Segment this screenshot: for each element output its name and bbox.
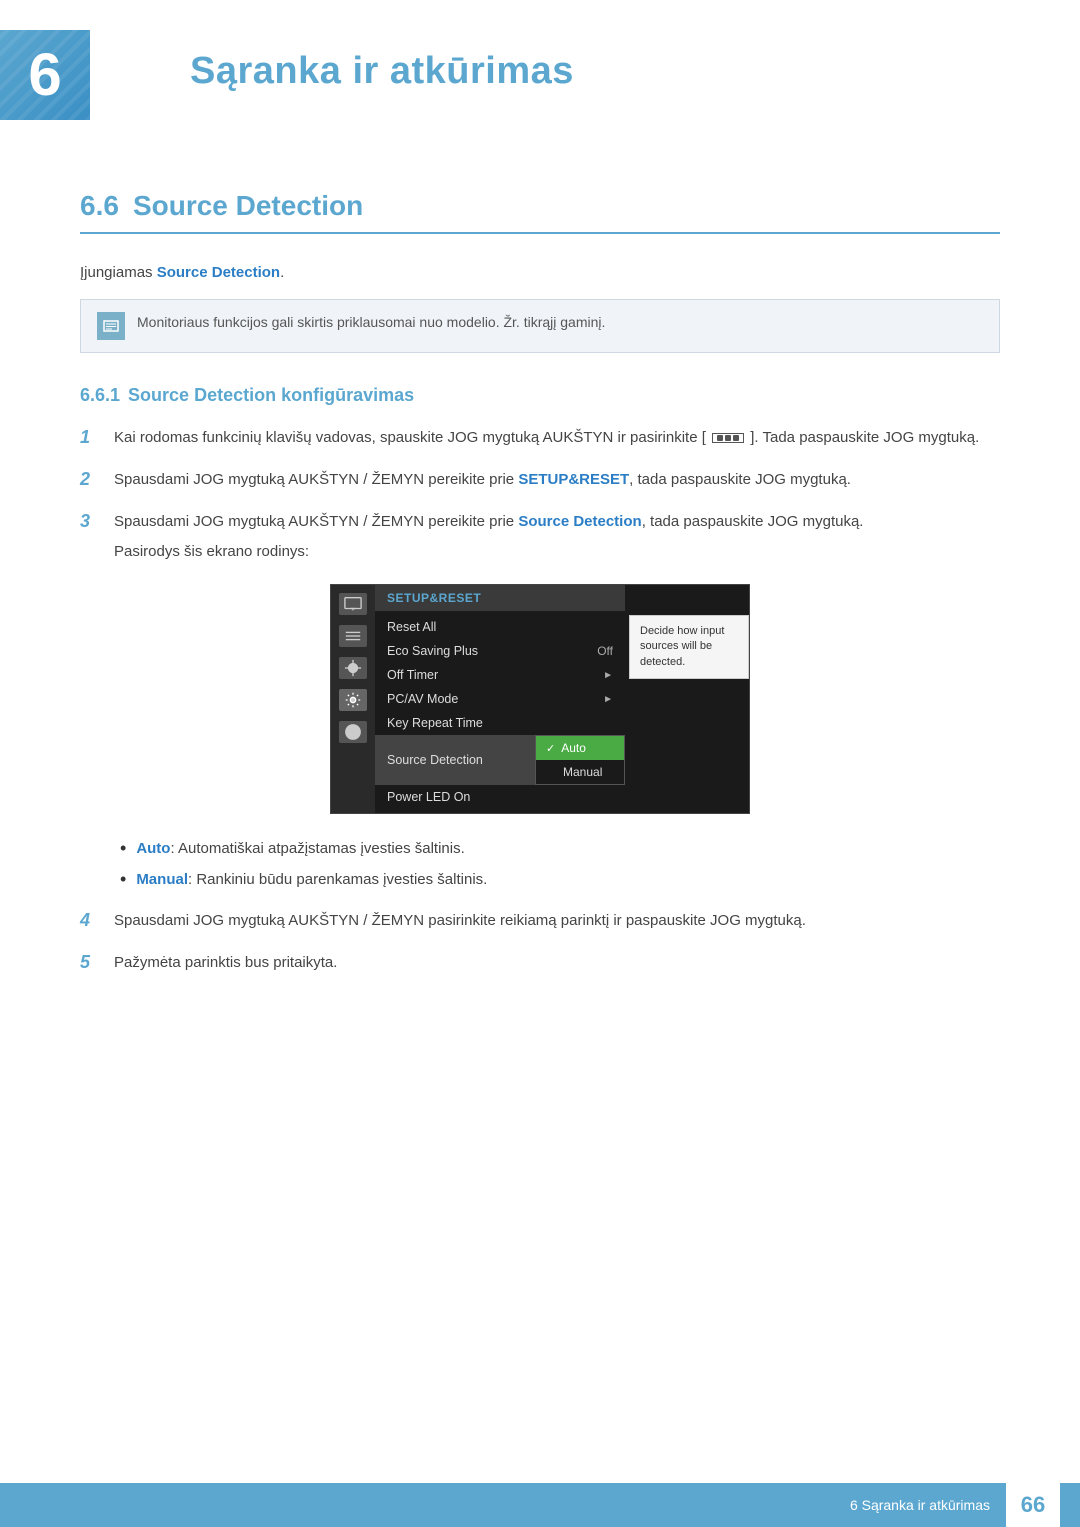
footer-page-number: 66 xyxy=(1006,1483,1060,1527)
bullet-item-auto: • Auto: Automatiškai atpažįstamas įvesti… xyxy=(120,838,1000,861)
menu-mockup-wrapper: SETUP&RESET Reset All Eco Saving Plus Of… xyxy=(80,584,1000,814)
step-1-text: Kai rodomas funkcinių klavišų vadovas, s… xyxy=(114,426,1000,450)
menu-item-off-timer: Off Timer ► xyxy=(375,663,625,687)
step-3: 3 Spausdami JOG mygtuką AUKŠTYN / ŽEMYN … xyxy=(80,510,1000,564)
section-number: 6.6 xyxy=(80,190,119,221)
intro-prefix: Įjungiamas xyxy=(80,264,157,281)
menu-item-key-repeat: Key Repeat Time xyxy=(375,711,625,735)
menu-item-reset-all: Reset All xyxy=(375,615,625,639)
menu-item-power-led: Power LED On xyxy=(375,785,625,809)
note-box: Monitoriaus funkcijos gali skirtis prikl… xyxy=(80,299,1000,353)
sidebar-icon-display xyxy=(339,593,367,615)
chapter-header: 6 Sąranka ir atkūrimas xyxy=(0,0,1080,140)
intro-highlighted: Source Detection xyxy=(157,264,280,281)
step-4-text: Spausdami JOG mygtuką AUKŠTYN / ŽEMYN pa… xyxy=(114,909,1000,933)
step-1-number: 1 xyxy=(80,427,104,448)
bullet-manual-text: Manual: Rankiniu būdu parenkamas įvestie… xyxy=(136,869,487,892)
subsection-heading: 6.6.1 Source Detection konfigūravimas xyxy=(80,385,1000,406)
menu-item-eco-saving: Eco Saving Plus Off xyxy=(375,639,625,663)
intro-paragraph: Įjungiamas Source Detection. xyxy=(80,264,1000,281)
menu-tooltip: Decide how input sources will be detecte… xyxy=(629,615,749,679)
menu-header-label: SETUP&RESET xyxy=(375,585,625,611)
menu-item-source-detection-row: Source Detection ✓ Auto Manual xyxy=(375,735,625,785)
menu-item-pcav-mode: PC/AV Mode ► xyxy=(375,687,625,711)
submenu-option-manual: Manual xyxy=(536,760,624,784)
subsection-number: 6.6.1 xyxy=(80,385,120,405)
step-5-text: Pažymėta parinktis bus pritaikyta. xyxy=(114,951,1000,975)
menu-item-source-detection: Source Detection xyxy=(375,735,535,785)
steps-list: 1 Kai rodomas funkcinių klavišų vadovas,… xyxy=(80,426,1000,564)
chapter-title: Sąranka ir atkūrimas xyxy=(190,30,1000,93)
sidebar-icon-adjust xyxy=(339,657,367,679)
note-icon xyxy=(97,312,125,340)
step-2: 2 Spausdami JOG mygtuką AUKŠTYN / ŽEMYN … xyxy=(80,468,1000,492)
sidebar-icon-brightness xyxy=(339,625,367,647)
step-1: 1 Kai rodomas funkcinių klavišų vadovas,… xyxy=(80,426,1000,450)
sidebar-icon-info xyxy=(339,721,367,743)
menu-sidebar xyxy=(331,585,375,813)
step-2-text: Spausdami JOG mygtuką AUKŠTYN / ŽEMYN pe… xyxy=(114,468,1000,492)
main-content: 6.6 Source Detection Įjungiamas Source De… xyxy=(0,190,1080,1073)
step-4: 4 Spausdami JOG mygtuką AUKŠTYN / ŽEMYN … xyxy=(80,909,1000,933)
bullet-list: • Auto: Automatiškai atpažįstamas įvesti… xyxy=(120,838,1000,891)
footer-chapter-text: 6 Sąranka ir atkūrimas xyxy=(850,1497,990,1513)
step-5-number: 5 xyxy=(80,952,104,973)
menu-mockup: SETUP&RESET Reset All Eco Saving Plus Of… xyxy=(330,584,750,814)
submenu-popup: ✓ Auto Manual xyxy=(535,735,625,785)
step-3-text: Spausdami JOG mygtuką AUKŠTYN / ŽEMYN pe… xyxy=(114,510,1000,564)
bullet-item-manual: • Manual: Rankiniu būdu parenkamas įvest… xyxy=(120,869,1000,892)
submenu-option-auto: ✓ Auto xyxy=(536,736,624,760)
step-4-number: 4 xyxy=(80,910,104,931)
step-2-number: 2 xyxy=(80,469,104,490)
intro-suffix: . xyxy=(280,264,284,281)
section-heading: 6.6 Source Detection xyxy=(80,190,1000,234)
menu-icon-inline xyxy=(712,433,744,443)
steps-list-continued: 4 Spausdami JOG mygtuką AUKŠTYN / ŽEMYN … xyxy=(80,909,1000,975)
bullet-auto-text: Auto: Automatiškai atpažįstamas įvesties… xyxy=(136,838,464,861)
section-title: Source Detection xyxy=(133,190,363,221)
step-5: 5 Pažymėta parinktis bus pritaikyta. xyxy=(80,951,1000,975)
note-text: Monitoriaus funkcijos gali skirtis prikl… xyxy=(137,312,605,333)
sidebar-icon-settings xyxy=(339,689,367,711)
chapter-number: 6 xyxy=(28,45,61,105)
step-3-number: 3 xyxy=(80,511,104,532)
subsection-title: Source Detection konfigūravimas xyxy=(128,385,414,405)
chapter-number-block: 6 xyxy=(0,30,90,120)
menu-main-area: SETUP&RESET Reset All Eco Saving Plus Of… xyxy=(375,585,625,813)
menu-items-list: Reset All Eco Saving Plus Off Off Timer … xyxy=(375,611,625,813)
page-footer: 6 Sąranka ir atkūrimas 66 xyxy=(0,1483,1080,1527)
